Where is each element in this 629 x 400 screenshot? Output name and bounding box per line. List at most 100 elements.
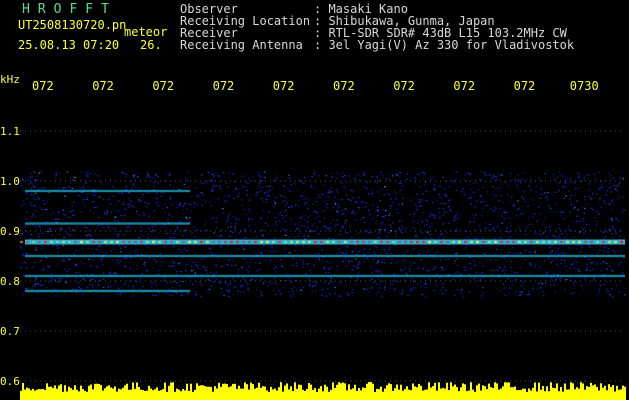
- noise-speck: [365, 180, 368, 183]
- noise-speck: [470, 281, 472, 283]
- noise-speck: [377, 206, 379, 208]
- noise-speck: [490, 247, 492, 249]
- noise-speck: [231, 259, 233, 262]
- signal-peak: [404, 240, 407, 244]
- noise-speck: [70, 217, 73, 219]
- noise-speck: [125, 257, 127, 259]
- noise-speck: [176, 226, 178, 228]
- noise-speck: [363, 261, 365, 263]
- noise-speck: [402, 185, 404, 187]
- noise-speck: [493, 269, 495, 271]
- noise-speck: [102, 286, 105, 288]
- level-bar: [408, 389, 410, 400]
- noise-speck: [605, 194, 608, 196]
- level-bar: [214, 386, 216, 400]
- noise-speck: [338, 295, 341, 297]
- noise-speck: [505, 217, 508, 219]
- level-bar: [402, 390, 404, 400]
- noise-speck: [198, 281, 201, 283]
- signal-peak: [326, 240, 329, 244]
- noise-speck: [565, 185, 568, 187]
- noise-speck: [499, 187, 502, 189]
- noise-speck: [344, 257, 347, 259]
- noise-speck: [117, 262, 120, 264]
- level-bar: [372, 383, 374, 400]
- noise-speck: [329, 187, 332, 189]
- noise-speck: [186, 179, 188, 181]
- noise-speck: [303, 198, 305, 200]
- noise-speck: [215, 217, 218, 219]
- noise-speck: [402, 197, 404, 199]
- noise-speck: [459, 213, 461, 216]
- level-bar: [146, 390, 148, 400]
- noise-speck: [460, 278, 462, 280]
- noise-speck: [422, 193, 425, 195]
- noise-speck: [473, 221, 475, 223]
- noise-speck: [575, 187, 577, 190]
- noise-speck: [539, 267, 542, 269]
- level-bar: [176, 388, 178, 400]
- level-bar: [50, 386, 52, 400]
- noise-speck: [482, 287, 484, 289]
- level-bar: [610, 387, 612, 400]
- noise-speck: [511, 284, 514, 286]
- level-bar: [476, 385, 478, 400]
- noise-speck: [564, 253, 566, 255]
- noise-speck: [182, 205, 185, 207]
- noise-speck: [34, 205, 37, 207]
- noise-speck: [232, 294, 234, 296]
- noise-speck: [428, 269, 431, 271]
- noise-speck: [561, 174, 563, 176]
- noise-speck: [198, 194, 200, 197]
- noise-speck: [87, 193, 89, 195]
- noise-speck: [313, 211, 315, 213]
- noise-speck: [340, 172, 343, 174]
- noise-speck: [593, 173, 596, 175]
- noise-speck: [323, 291, 326, 293]
- noise-speck: [230, 265, 233, 267]
- noise-speck: [258, 171, 261, 173]
- noise-speck: [58, 183, 60, 185]
- noise-speck: [300, 289, 303, 291]
- noise-speck: [496, 265, 499, 267]
- noise-speck: [20, 246, 22, 248]
- noise-speck: [37, 197, 39, 199]
- noise-speck: [205, 201, 207, 203]
- noise-speck: [363, 172, 365, 174]
- noise-speck: [580, 284, 583, 287]
- noise-speck: [535, 191, 537, 193]
- noise-speck: [246, 262, 248, 264]
- noise-speck: [129, 268, 131, 270]
- level-bar: [126, 383, 128, 400]
- noise-speck: [352, 210, 354, 212]
- noise-speck: [345, 219, 347, 222]
- noise-speck: [545, 236, 548, 238]
- noise-speck: [622, 273, 624, 275]
- level-bar: [440, 388, 442, 400]
- noise-speck: [389, 205, 392, 207]
- level-bar: [84, 390, 86, 400]
- noise-speck: [371, 272, 374, 274]
- signal-peak: [422, 240, 425, 244]
- noise-speck: [132, 287, 135, 289]
- level-bar: [244, 382, 246, 400]
- noise-speck: [82, 202, 84, 204]
- noise-speck: [439, 277, 441, 279]
- level-bar: [486, 389, 488, 400]
- noise-speck: [179, 220, 182, 222]
- signal-peak: [284, 240, 287, 244]
- noise-speck: [610, 191, 612, 193]
- noise-speck: [169, 197, 172, 199]
- noise-speck: [492, 174, 495, 176]
- noise-speck: [594, 177, 596, 179]
- noise-speck: [34, 226, 37, 228]
- noise-speck: [227, 245, 229, 247]
- noise-speck: [260, 217, 262, 220]
- level-bar: [30, 390, 32, 400]
- noise-speck: [559, 215, 562, 217]
- noise-speck: [191, 289, 194, 291]
- noise-speck: [301, 225, 303, 227]
- noise-speck: [506, 260, 509, 262]
- noise-speck: [381, 261, 383, 263]
- noise-speck: [248, 211, 251, 213]
